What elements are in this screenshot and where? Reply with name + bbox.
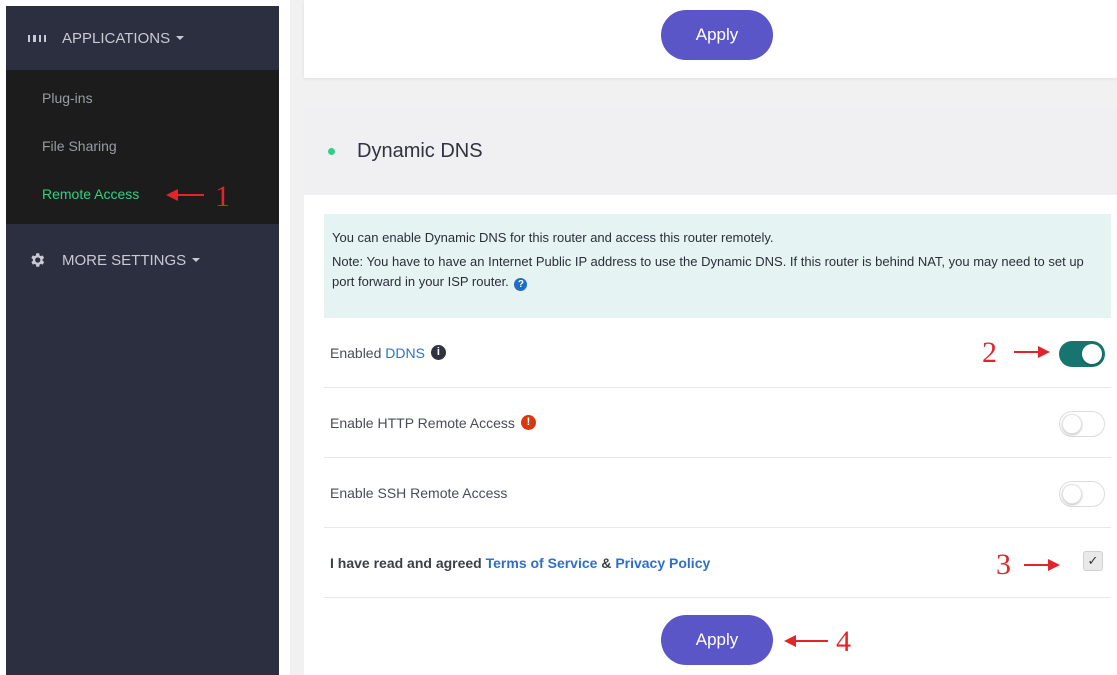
agree-checkbox[interactable]: ✓ [1083, 551, 1103, 571]
terms-link[interactable]: Terms of Service [486, 555, 598, 571]
annotation-arrow-4 [784, 635, 828, 647]
annotation-4: 4 [836, 625, 851, 658]
row-http-remote: Enable HTTP Remote Access ! [324, 388, 1111, 458]
annotation-1: 1 [215, 180, 230, 213]
ddns-card: Dynamic DNS You can enable Dynamic DNS f… [304, 107, 1117, 675]
toggle-knob [1062, 414, 1082, 434]
gear-icon [28, 251, 46, 269]
ddns-link[interactable]: DDNS [385, 345, 425, 361]
annotation-2: 2 [982, 336, 997, 369]
sidebar-item-label: Remote Access [42, 186, 140, 202]
annotation-3: 3 [996, 548, 1011, 581]
privacy-link[interactable]: Privacy Policy [615, 555, 710, 571]
toggle-knob [1082, 344, 1102, 364]
sidebar-item-remote-access[interactable]: Remote Access [6, 170, 279, 218]
enable-ddns-label: Enabled [330, 344, 386, 361]
http-remote-label: Enable HTTP Remote Access [330, 414, 515, 431]
nav-applications[interactable]: APPLICATIONS [6, 6, 279, 70]
sidebar-item-plugins[interactable]: Plug-ins [6, 74, 279, 122]
ddns-toggle[interactable] [1059, 341, 1105, 367]
caret-down-icon [176, 36, 185, 40]
ddns-title: Dynamic DNS [357, 139, 483, 162]
info-line-2: Note: You have to have an Internet Publi… [332, 252, 1103, 292]
nav-more-settings-label: MORE SETTINGS [62, 251, 187, 269]
annotation-arrow-3 [1024, 559, 1060, 571]
info-line-1: You can enable Dynamic DNS for this rout… [332, 230, 774, 245]
ssh-remote-label: Enable SSH Remote Access [330, 484, 508, 501]
http-remote-toggle[interactable] [1059, 411, 1105, 437]
applications-submenu: Plug-ins File Sharing Remote Access [6, 70, 279, 224]
row-agree-terms: I have read and agreed Terms of Service … [324, 528, 1111, 598]
nav-more-settings[interactable]: MORE SETTINGS [6, 228, 279, 292]
amp-text: & [597, 554, 616, 571]
status-dot-icon [328, 147, 335, 155]
ddns-header: Dynamic DNS [304, 107, 1117, 195]
ssh-remote-toggle[interactable] [1059, 481, 1105, 507]
sidebar-item-label: File Sharing [42, 138, 117, 154]
annotation-arrow-1 [166, 189, 204, 201]
apply-button[interactable]: Apply [661, 615, 773, 665]
ddns-info-box: You can enable Dynamic DNS for this rout… [324, 214, 1111, 318]
question-icon[interactable]: ? [514, 278, 528, 291]
top-card: Apply [304, 0, 1117, 78]
sidebar: APPLICATIONS Plug-ins File Sharing Remot… [6, 6, 279, 675]
apply-button-top[interactable]: Apply [661, 10, 773, 60]
grid-icon [28, 29, 46, 47]
info-icon[interactable]: i [430, 345, 446, 360]
info-line-2-text: Note: You have to have an Internet Publi… [332, 254, 1084, 289]
warning-icon[interactable]: ! [520, 415, 536, 430]
row-ssh-remote: Enable SSH Remote Access [324, 458, 1111, 528]
annotation-arrow-2 [1014, 346, 1050, 358]
caret-down-icon [192, 258, 201, 262]
nav-applications-label: APPLICATIONS [62, 29, 171, 47]
agree-label: I have read and agreed [330, 554, 486, 571]
toggle-knob [1062, 484, 1082, 504]
sidebar-item-file-sharing[interactable]: File Sharing [6, 122, 279, 170]
sidebar-item-label: Plug-ins [42, 90, 93, 106]
